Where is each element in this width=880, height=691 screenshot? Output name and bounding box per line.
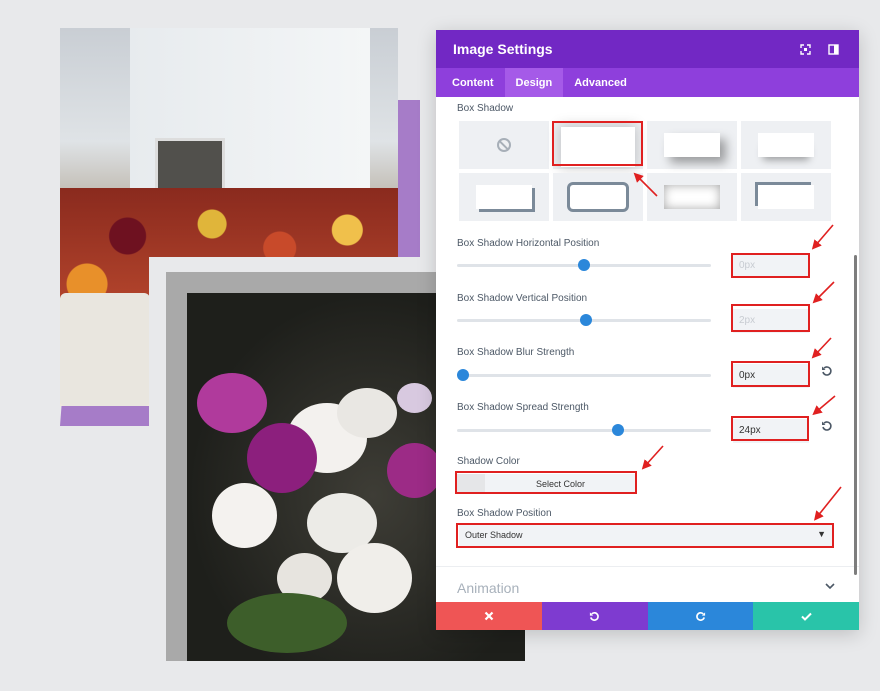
panel-body: Box Shadow Box Shadow Horizontal Positio…	[436, 97, 859, 602]
spread-strength-input[interactable]: 24px	[733, 419, 809, 443]
no-shadow-icon	[497, 138, 511, 152]
shadow-color-picker[interactable]: Select Color	[457, 474, 636, 494]
photo-bucket	[60, 293, 150, 406]
image-settings-panel: Image Settings Content Design Advanced B…	[436, 30, 859, 630]
shadow-position-label: Box Shadow Position	[457, 508, 552, 519]
reset-icon[interactable]	[821, 420, 833, 435]
blur-strength-label: Box Shadow Blur Strength	[457, 347, 575, 358]
vertical-position-label: Box Shadow Vertical Position	[457, 293, 588, 304]
horizontal-position-input[interactable]: 0px	[733, 254, 809, 278]
shadow-preview	[664, 185, 720, 209]
tab-bar: Content Design Advanced	[436, 68, 859, 97]
redo-icon	[696, 611, 705, 621]
chevron-down-icon[interactable]	[825, 581, 835, 593]
select-color-button[interactable]: Select Color	[485, 474, 636, 494]
flower-foliage	[227, 593, 347, 653]
spread-strength-slider[interactable]	[457, 424, 711, 436]
blur-strength-input[interactable]: 0px	[733, 364, 809, 388]
save-button[interactable]	[753, 602, 859, 630]
redo-button[interactable]	[647, 602, 754, 630]
cancel-button[interactable]	[436, 602, 542, 630]
box-shadow-presets	[459, 121, 832, 221]
shadow-preset-3[interactable]	[647, 121, 737, 169]
shadow-preset-7[interactable]	[647, 173, 737, 221]
animation-section-toggle[interactable]: Animation	[457, 580, 519, 596]
shadow-preview	[664, 133, 720, 157]
close-icon	[484, 611, 494, 621]
shadow-preset-8[interactable]	[741, 173, 831, 221]
shadow-preset-5[interactable]	[459, 173, 549, 221]
shadow-color-label: Shadow Color	[457, 456, 520, 467]
slider-knob[interactable]	[611, 424, 624, 436]
tab-design[interactable]: Design	[504, 68, 564, 97]
flower-white	[337, 543, 412, 613]
spread-strength-label: Box Shadow Spread Strength	[457, 402, 589, 413]
blur-strength-slider[interactable]	[457, 369, 711, 381]
section-divider	[436, 566, 859, 567]
shadow-position-select[interactable]: Outer Shadow ▼	[459, 525, 832, 547]
shadow-position-value: Outer Shadow	[465, 530, 523, 540]
flower-pink	[197, 373, 267, 433]
tab-advanced[interactable]: Advanced	[563, 68, 638, 97]
slider-knob[interactable]	[580, 314, 593, 326]
shadow-preview	[758, 185, 814, 209]
shadow-preset-none[interactable]	[459, 121, 549, 169]
panel-footer	[436, 602, 859, 630]
check-icon	[800, 612, 812, 621]
box-shadow-label: Box Shadow	[457, 103, 514, 114]
shadow-preview	[570, 185, 626, 209]
undo-button[interactable]	[541, 602, 648, 630]
shadow-preview	[758, 133, 814, 157]
flower-white	[337, 388, 397, 438]
color-swatch[interactable]	[457, 474, 485, 494]
reset-icon[interactable]	[821, 365, 833, 380]
horizontal-position-slider[interactable]	[457, 259, 711, 271]
panel-scrollbar[interactable]	[854, 255, 857, 575]
expand-icon[interactable]	[796, 40, 814, 58]
panel-title: Image Settings	[453, 41, 553, 57]
flower-purple	[247, 423, 317, 493]
panel-header: Image Settings	[436, 30, 859, 68]
flower-white	[212, 483, 277, 548]
shadow-preset-2[interactable]	[553, 121, 643, 169]
tab-content[interactable]: Content	[441, 68, 505, 97]
sidebar-icon[interactable]	[824, 40, 842, 58]
photo-window	[155, 138, 225, 193]
vertical-position-input[interactable]: 2px	[733, 309, 809, 333]
dropdown-arrow-icon: ▼	[817, 529, 826, 539]
shadow-preview	[476, 185, 532, 209]
shadow-preview	[571, 135, 625, 155]
slider-knob[interactable]	[578, 259, 590, 271]
slider-knob[interactable]	[457, 369, 469, 381]
shadow-preset-4[interactable]	[741, 121, 831, 169]
flower-light	[397, 383, 432, 413]
shadow-preset-6[interactable]	[553, 173, 643, 221]
horizontal-position-label: Box Shadow Horizontal Position	[457, 238, 600, 249]
vertical-position-slider[interactable]	[457, 314, 711, 326]
flower-purple	[387, 443, 442, 498]
undo-icon	[590, 611, 599, 621]
